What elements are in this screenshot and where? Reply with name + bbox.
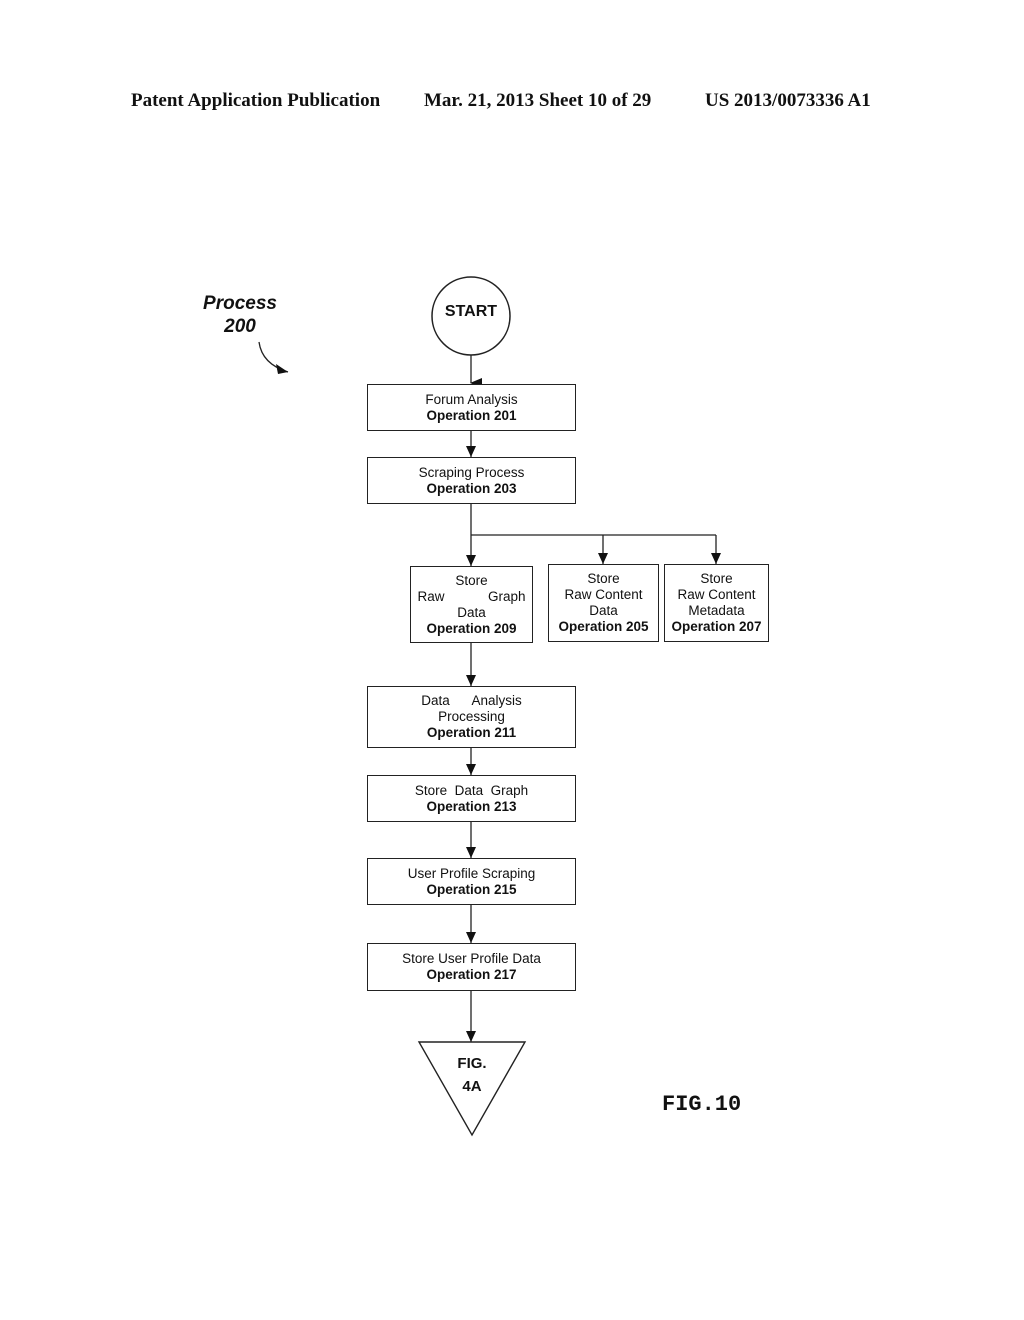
node-operation-201: Forum Analysis Operation 201: [367, 384, 576, 431]
node-line3: Data: [457, 604, 486, 620]
node-operation-217: Store User Profile Data Operation 217: [367, 943, 576, 991]
node-title: Scraping Process: [418, 464, 525, 480]
node-title: Forum Analysis: [425, 391, 518, 407]
node-title: User Profile Scraping: [407, 865, 536, 881]
node-line2: Raw Content: [677, 587, 756, 602]
arrowhead-branch-to-205: [598, 553, 608, 564]
arrowhead-213-to-215: [466, 847, 476, 858]
arrowhead-209-to-211: [466, 675, 476, 686]
node-operation-number: Operation 217: [426, 967, 517, 982]
node-operation-number: Operation 211: [426, 725, 517, 740]
node-operation-207: Store Raw Content Metadata Operation 207: [664, 564, 769, 642]
node-line1: Store: [455, 572, 488, 588]
arrowhead-201-to-203: [466, 446, 476, 457]
node-operation-209: Store Raw Graph Data Operation 209: [410, 566, 533, 643]
process-pointer-arrow: [258, 341, 289, 373]
node-line1: Store: [700, 571, 733, 586]
node-operation-number: Operation 215: [426, 881, 517, 897]
node-line3: Data: [589, 603, 618, 618]
node-operation-205: Store Raw Content Data Operation 205: [548, 564, 659, 642]
flowchart-connectors: [258, 276, 721, 1137]
node-operation-number: Operation 201: [426, 407, 517, 423]
node-line1: Store: [587, 571, 620, 586]
start-node-label: START: [444, 303, 498, 320]
node-operation-211: Data Analysis Processing Operation 211: [367, 686, 576, 748]
arrowhead-215-to-217: [466, 932, 476, 943]
node-operation-213: Store Data Graph Operation 213: [367, 775, 576, 822]
node-operation-203: Scraping Process Operation 203: [367, 457, 576, 504]
node-line3: Metadata: [688, 603, 745, 618]
node-title: Store Data Graph: [414, 782, 529, 798]
node-operation-number: Operation 209: [426, 620, 517, 636]
node-operation-number: Operation 203: [426, 480, 517, 496]
node-line2: Processing: [438, 709, 505, 724]
node-line2: Raw Graph: [418, 589, 526, 605]
arrowhead-branch-to-207: [711, 553, 721, 564]
arrowhead-203-to-209: [466, 555, 476, 566]
node-line2-left: Raw: [417, 588, 445, 604]
node-line2-right: Graph: [487, 588, 526, 604]
connector-line1: FIG.: [457, 1055, 487, 1072]
connector-line2: 4A: [462, 1078, 482, 1095]
figure-label: FIG.10: [662, 1092, 742, 1117]
node-operation-number: Operation 207: [671, 619, 762, 634]
arrowhead-211-to-213: [466, 764, 476, 775]
offpage-connector-label: FIG. 4A: [432, 1052, 512, 1098]
arrowhead-217-to-connector: [466, 1031, 476, 1042]
node-line1: Data Analysis: [421, 693, 522, 708]
node-operation-number: Operation 205: [558, 619, 649, 634]
node-operation-215: User Profile Scraping Operation 215: [367, 858, 576, 905]
node-operation-number: Operation 213: [426, 798, 517, 814]
node-line2: Raw Content: [564, 587, 643, 602]
node-title: Store User Profile Data: [402, 951, 541, 966]
process-pointer-arrowhead: [276, 364, 288, 374]
